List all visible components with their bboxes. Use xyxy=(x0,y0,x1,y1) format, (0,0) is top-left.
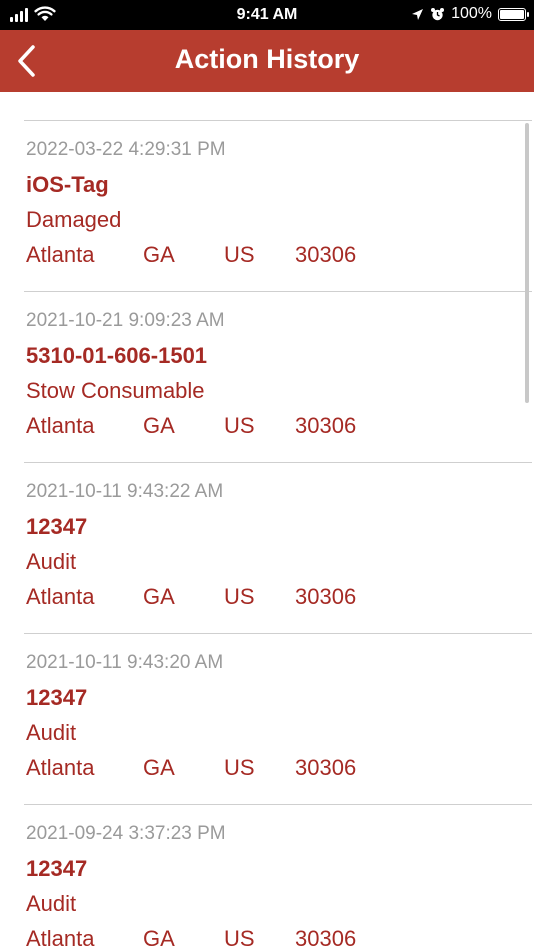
timestamp: 2021-10-21 9:09:23 AM xyxy=(26,310,225,331)
timestamp: 2021-10-11 9:43:20 AM xyxy=(26,652,224,673)
zip-code: 30306 xyxy=(295,413,357,438)
timestamp: 2021-10-11 9:43:22 AM xyxy=(26,481,224,502)
status-right: 100% xyxy=(411,5,529,23)
city: Atlanta xyxy=(26,413,95,438)
list-item[interactable]: 2021-10-11 9:43:20 AM 12347 Audit Atlant… xyxy=(24,634,532,805)
country: US xyxy=(224,926,255,950)
action-type: Audit xyxy=(26,720,77,745)
country: US xyxy=(224,242,255,267)
state: GA xyxy=(143,413,175,438)
scrollbar[interactable] xyxy=(525,123,529,403)
city: Atlanta xyxy=(26,926,95,950)
tag-id: 5310-01-606-1501 xyxy=(26,343,208,368)
state: GA xyxy=(143,242,175,267)
action-type: Stow Consumable xyxy=(26,378,205,403)
list-item[interactable]: 2022-03-22 4:29:31 PM iOS-Tag Damaged At… xyxy=(24,121,532,292)
battery-icon xyxy=(498,7,529,21)
zip-code: 30306 xyxy=(295,584,357,609)
location-arrow-icon xyxy=(412,8,424,20)
action-type: Audit xyxy=(26,549,77,574)
nav-bar: Action History xyxy=(0,30,534,92)
country: US xyxy=(224,584,255,609)
state: GA xyxy=(143,926,175,950)
page-title: Action History xyxy=(174,44,360,74)
battery-percent: 100% xyxy=(451,5,492,22)
timestamp: 2021-09-24 3:37:23 PM xyxy=(26,823,226,844)
action-type: Damaged xyxy=(26,207,122,232)
timestamp: 2022-03-22 4:29:31 PM xyxy=(26,139,226,160)
state: GA xyxy=(143,584,175,609)
alarm-clock-icon xyxy=(431,7,445,20)
zip-code: 30306 xyxy=(295,242,357,267)
city: Atlanta xyxy=(26,755,95,780)
action-history-list[interactable]: 2022-03-22 4:29:31 PM iOS-Tag Damaged At… xyxy=(24,92,534,950)
tag-id: iOS-Tag xyxy=(26,172,109,197)
battery-level xyxy=(500,9,524,19)
state: GA xyxy=(143,755,175,780)
tag-id: 12347 xyxy=(26,685,88,710)
tag-id: 12347 xyxy=(26,514,88,539)
zip-code: 30306 xyxy=(295,926,357,950)
action-type: Audit xyxy=(26,891,77,916)
country: US xyxy=(224,413,255,438)
country: US xyxy=(224,755,255,780)
city: Atlanta xyxy=(26,242,95,267)
tag-id: 12347 xyxy=(26,856,88,881)
zip-code: 30306 xyxy=(295,755,357,780)
list-item[interactable]: 2021-10-11 9:43:22 AM 12347 Audit Atlant… xyxy=(24,463,532,634)
city: Atlanta xyxy=(26,584,95,609)
status-bar: 9:41 AM 100% xyxy=(0,0,534,30)
list-item[interactable]: 2021-09-24 3:37:23 PM 12347 Audit Atlant… xyxy=(24,805,532,950)
list-item[interactable]: 2021-10-21 9:09:23 AM 5310-01-606-1501 S… xyxy=(24,292,532,463)
